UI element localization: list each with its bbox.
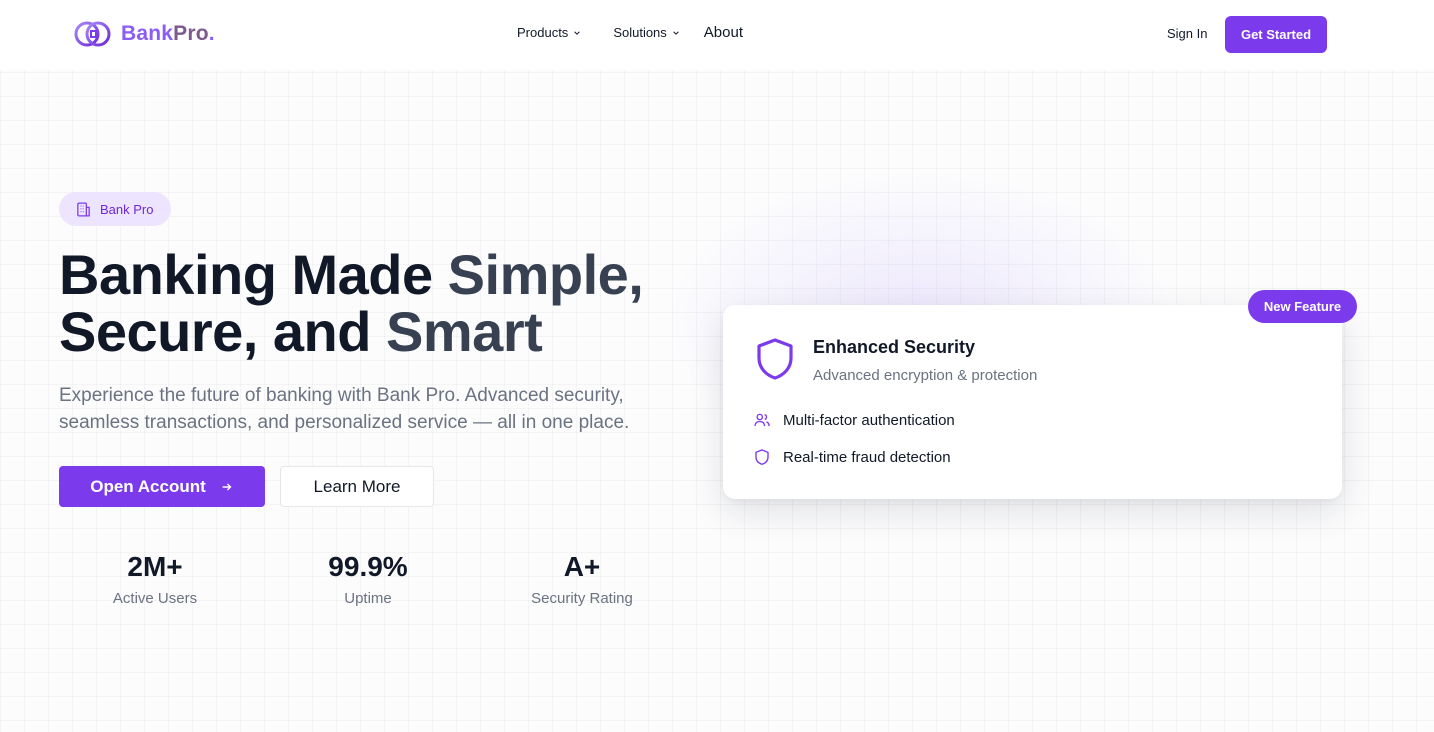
button-label: Open Account [90,476,206,496]
feature-label: Real-time fraud detection [783,448,951,466]
sign-in-link[interactable]: Sign In [1167,26,1207,41]
chevron-down-icon [673,30,679,35]
chevron-down-icon [574,30,581,35]
new-feature-badge: New Feature [1248,290,1357,323]
nav-item-solutions[interactable]: Solutions [613,25,679,40]
stat-label: Security Rating [531,590,633,607]
shield-icon [755,449,769,465]
feature-item: Multi-factor authentication [753,411,955,429]
feature-item: Real-time fraud detection [753,448,951,466]
nav-item-products[interactable]: Products [517,25,581,40]
stat-uptime: 99.9% Uptime [278,550,458,607]
users-icon [754,413,770,427]
nav-item-about[interactable]: About [704,24,743,41]
get-started-button[interactable]: Get Started [1225,16,1327,53]
hero-subtext: Experience the future of banking with Ba… [59,385,630,433]
logo[interactable]: BankPro. [73,18,215,50]
stat-security-rating: A+ Security Rating [492,550,672,607]
landing-page: BankPro. Products Solutions About Sign I… [0,0,1434,732]
open-account-button[interactable]: Open Account [59,466,265,507]
hero-headline: Banking Made Simple, Secure, and Smart [59,243,644,363]
nav-label: Products [517,25,569,40]
stat-value: 2M+ [127,551,183,582]
logo-text: BankPro. [121,22,215,45]
card-title: Enhanced Security [813,337,976,357]
stat-label: Uptime [344,590,392,607]
shield-icon [757,338,793,380]
stat-label: Active Users [112,590,198,607]
stat-value: 99.9% [328,551,408,582]
site-header: BankPro. Products Solutions About Sign I… [0,0,1434,70]
stat-value: A+ [563,551,601,582]
nav-label: Solutions [613,25,667,40]
main-nav: Products Solutions About [517,24,743,41]
feature-label: Multi-factor authentication [783,411,955,429]
learn-more-button[interactable]: Learn More [280,466,434,507]
arrow-right-icon [222,482,232,491]
nav-label: About [703,24,743,41]
building-icon [77,201,90,217]
stat-active-users: 2M+ Active Users [65,550,245,607]
bank-logo-icon [74,21,111,47]
feature-card: Enhanced Security Advanced encryption & … [723,305,1342,499]
product-badge: Bank Pro [59,192,171,226]
badge-label: Bank Pro [100,201,154,217]
card-subtitle: Advanced encryption & protection [813,367,1038,384]
